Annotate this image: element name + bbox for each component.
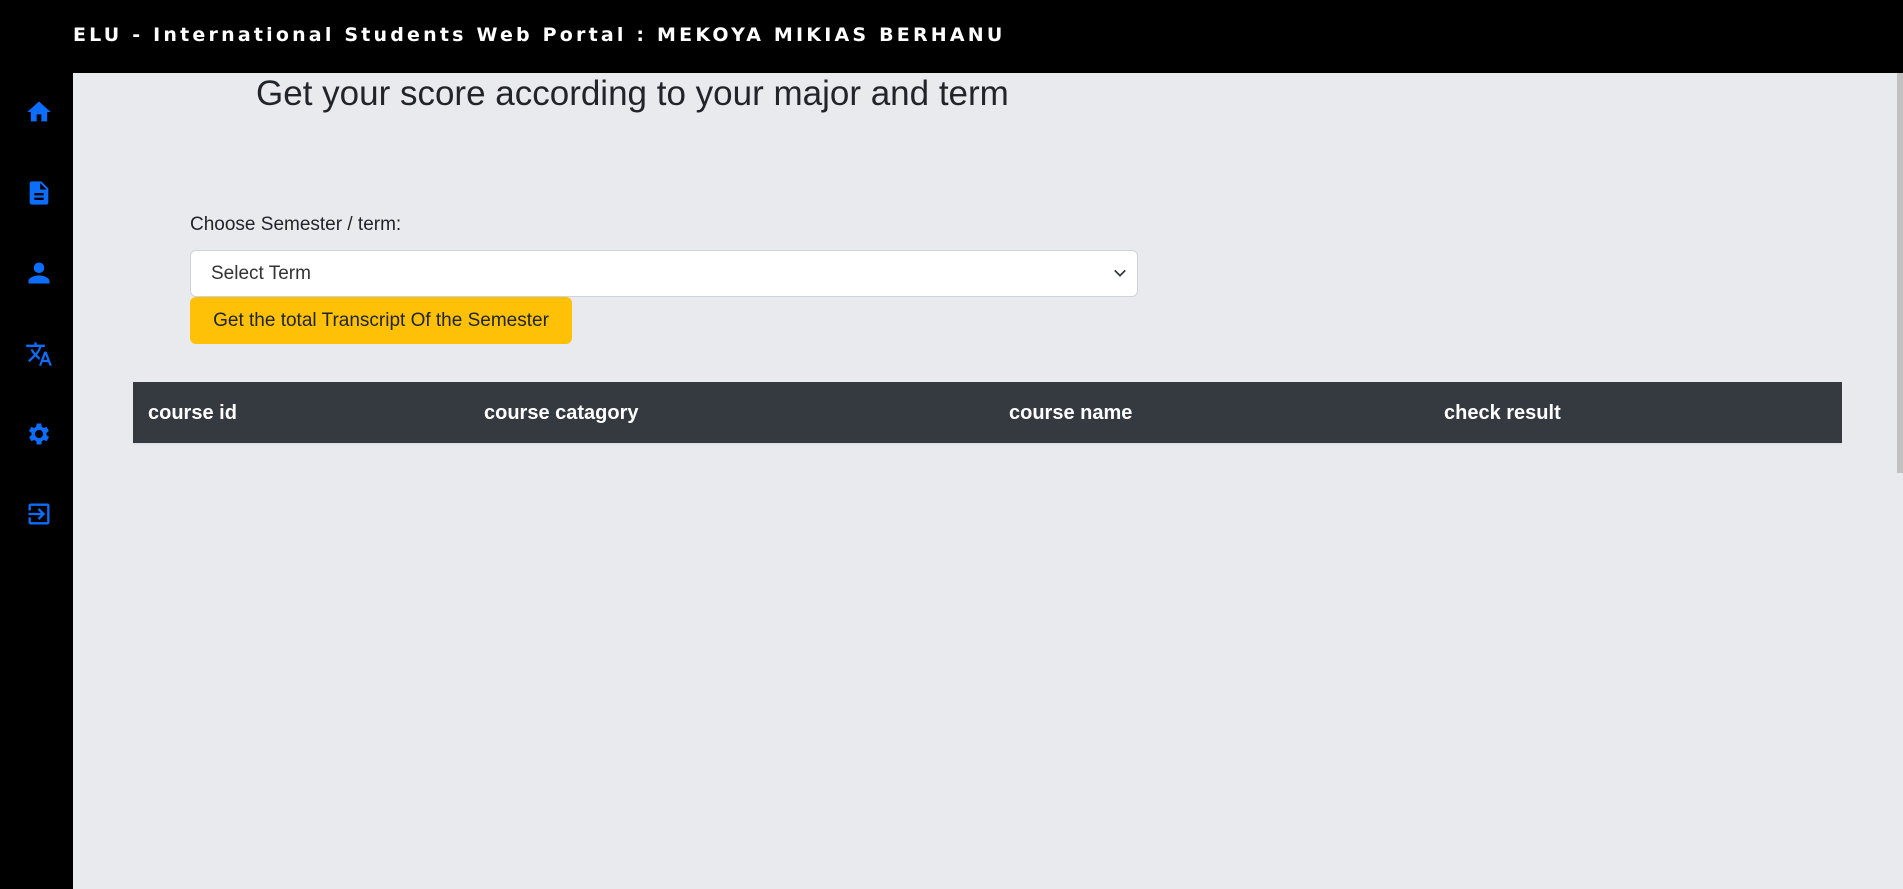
column-header-check-result: check result <box>1444 402 1561 424</box>
column-header-course-category: course catagory <box>484 402 639 424</box>
courses-table-header: course id course catagory course name ch… <box>133 382 1842 445</box>
sidebar <box>0 73 73 889</box>
term-select[interactable]: Select Term <box>190 250 1138 297</box>
home-icon[interactable] <box>24 97 54 127</box>
top-bar: ELU - International Students Web Portal … <box>0 0 1903 73</box>
document-icon[interactable] <box>24 178 54 208</box>
user-icon[interactable] <box>24 258 54 288</box>
portal-title: ELU - International Students Web Portal … <box>73 24 1006 46</box>
column-header-course-name: course name <box>1009 402 1133 424</box>
gear-icon[interactable] <box>24 419 54 449</box>
term-label: Choose Semester / term: <box>190 214 402 235</box>
scrollbar-thumb[interactable] <box>1897 73 1903 473</box>
page-title: Get your score according to your major a… <box>256 74 1009 113</box>
logout-icon[interactable] <box>24 499 54 529</box>
get-transcript-button[interactable]: Get the total Transcript Of the Semester <box>190 297 572 344</box>
translate-icon[interactable] <box>24 339 54 369</box>
chevron-down-icon <box>1114 269 1126 277</box>
term-select-value: Select Term <box>211 263 311 284</box>
column-header-course-id: course id <box>148 402 237 424</box>
